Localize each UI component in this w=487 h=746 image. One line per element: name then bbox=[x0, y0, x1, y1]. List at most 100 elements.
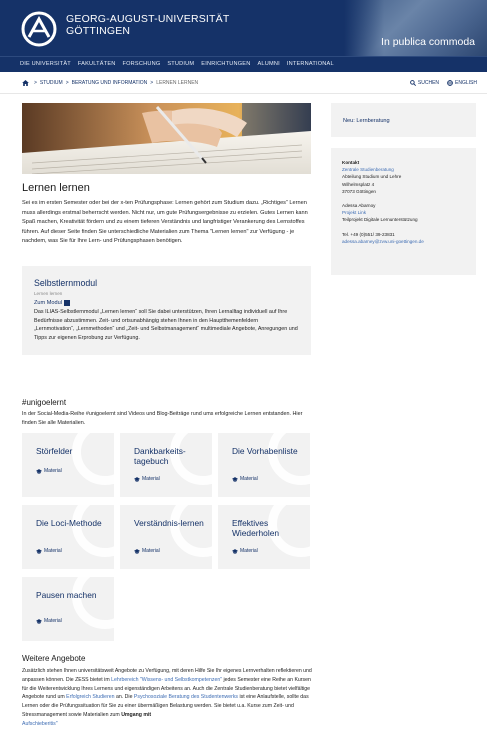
module-link-label: Zum Modul bbox=[34, 300, 62, 306]
sidebar-news-link[interactable]: Neu: Lernberatung bbox=[343, 118, 390, 124]
unigoelernt-description: In der Social-Media-Reihe #unigoelernt s… bbox=[22, 411, 303, 426]
tile-decoration bbox=[72, 577, 114, 629]
tile-material-link[interactable]: Material bbox=[134, 548, 160, 554]
tile-title: Die Loci-Methode bbox=[36, 518, 102, 528]
tile-title: Die Vorhabenliste bbox=[232, 446, 298, 456]
link-erfolgreich-studieren[interactable]: Erfolgreich Studieren bbox=[66, 694, 114, 700]
english-label: ENGLISH bbox=[455, 80, 477, 86]
intro-text: Sei es im ersten Semester oder bei der x… bbox=[22, 200, 308, 245]
home-icon[interactable] bbox=[22, 80, 29, 86]
sidebar-contact-box: Kontakt Zentrale Studienberatung Abteilu… bbox=[331, 148, 476, 275]
nav-item-alumni[interactable]: ALUMNI bbox=[257, 57, 279, 72]
search-icon bbox=[410, 80, 416, 86]
breadcrumb-bar: > STUDIUM > BERATUNG UND INFORMATION > L… bbox=[0, 72, 487, 94]
contact-project: Teilprojekt Digitale Lernunterstützung bbox=[342, 217, 418, 223]
breadcrumb-studium[interactable]: STUDIUM bbox=[40, 80, 63, 86]
breadcrumb: > STUDIUM > BERATUNG UND INFORMATION > L… bbox=[22, 80, 198, 86]
tile-decoration bbox=[268, 433, 310, 485]
tile-material-label: Material bbox=[44, 618, 62, 624]
tile-loci-methode[interactable]: Die Loci-Methode Material bbox=[22, 505, 114, 569]
header-tools: SUCHEN ENGLISH bbox=[402, 80, 477, 86]
more-offers-title: Weitere Angebote bbox=[22, 654, 86, 663]
breadcrumb-separator: > bbox=[65, 80, 69, 86]
site-header: GEORG-AUGUST-UNIVERSITÄT GÖTTINGEN In pu… bbox=[0, 0, 487, 56]
university-name[interactable]: GEORG-AUGUST-UNIVERSITÄT GÖTTINGEN bbox=[66, 13, 229, 37]
graduation-cap-icon bbox=[232, 548, 238, 554]
search-button[interactable]: SUCHEN bbox=[410, 80, 439, 86]
tile-dankbarkeitstagebuch[interactable]: Dankbarkeits-tagebuch Material bbox=[120, 433, 212, 497]
tile-decoration bbox=[72, 505, 114, 557]
university-logo-icon[interactable] bbox=[21, 11, 57, 47]
contact-person: Adessa Abarnoy bbox=[342, 203, 376, 209]
more-text-bold: Umgang mit bbox=[121, 711, 152, 718]
tile-material-label: Material bbox=[44, 548, 62, 554]
contact-phone: Tel. +49 (0)551/ 39-23831 bbox=[342, 231, 395, 237]
tile-material-link[interactable]: Material bbox=[134, 476, 160, 482]
graduation-cap-icon bbox=[232, 476, 238, 482]
tile-stoerfelder[interactable]: Störfelder Material bbox=[22, 433, 114, 497]
contact-city: 37073 Göttingen bbox=[342, 188, 376, 194]
tile-decoration bbox=[72, 433, 114, 485]
more-offers-text: Zusätzlich stehen Ihnen universitätsweit… bbox=[22, 667, 314, 729]
contact-project-link[interactable]: Projekt Link bbox=[342, 209, 424, 216]
contact-dept: Abteilung Studium und Lehre bbox=[342, 174, 402, 180]
tile-material-link[interactable]: Material bbox=[232, 548, 258, 554]
link-aufschieberitis[interactable]: Aufschieberitis" bbox=[22, 721, 58, 727]
university-name-line1: GEORG-AUGUST-UNIVERSITÄT bbox=[66, 13, 230, 25]
tile-vorhabenliste[interactable]: Die Vorhabenliste Material bbox=[218, 433, 310, 497]
tile-title: Dankbarkeits-tagebuch bbox=[134, 446, 186, 466]
nav-item-universitaet[interactable]: DIE UNIVERSITÄT bbox=[20, 57, 71, 72]
external-link-icon bbox=[63, 300, 70, 306]
selfstudy-module-box: Selbstlernmodul Lernen lernen Zum Modul … bbox=[22, 266, 311, 355]
tile-verstaendnislernen[interactable]: Verständnis-lernen Material bbox=[120, 505, 212, 569]
more-text-part: an. Die bbox=[114, 694, 134, 701]
motto: In publica commoda bbox=[381, 36, 475, 48]
module-link[interactable]: Zum Modul bbox=[34, 300, 70, 306]
module-title: Selbstlernmodul bbox=[34, 278, 98, 288]
tile-material-link[interactable]: Material bbox=[36, 548, 62, 554]
main-navigation: DIE UNIVERSITÄT FAKULTÄTEN FORSCHUNG STU… bbox=[0, 56, 487, 72]
hero-writing-illustration bbox=[22, 103, 311, 174]
contact-street: Wilhelmsplatz 4 bbox=[342, 181, 375, 187]
module-subtitle: Lernen lernen bbox=[34, 291, 63, 296]
contact-email-link[interactable]: adessa.abarney@zvw.uni-goettingen.de bbox=[342, 238, 424, 245]
contact-heading: Kontakt bbox=[342, 160, 360, 165]
nav-item-fakultaeten[interactable]: FAKULTÄTEN bbox=[78, 57, 116, 72]
module-description: Das ILIAS-Selbstlernmodul „Lernen lernen… bbox=[34, 309, 298, 341]
english-link[interactable]: ENGLISH bbox=[447, 80, 477, 86]
tile-material-label: Material bbox=[142, 476, 160, 482]
tile-material-link[interactable]: Material bbox=[232, 476, 258, 482]
nav-item-forschung[interactable]: FORSCHUNG bbox=[123, 57, 161, 72]
nav-item-einrichtungen[interactable]: EINRICHTUNGEN bbox=[201, 57, 250, 72]
search-label: SUCHEN bbox=[417, 80, 440, 86]
hero-image bbox=[22, 103, 311, 174]
link-lehrbereich[interactable]: Lehrbereich "Wissens- und Selbstkompeten… bbox=[111, 677, 222, 683]
nav-item-studium[interactable]: STUDIUM bbox=[167, 57, 194, 72]
tile-title: Effektives Wiederholen bbox=[232, 518, 280, 538]
tile-pausen-machen[interactable]: Pausen machen Material bbox=[22, 577, 114, 641]
breadcrumb-beratung[interactable]: BERATUNG UND INFORMATION bbox=[72, 80, 148, 86]
breadcrumb-separator: > bbox=[150, 80, 154, 86]
tile-title: Verständnis-lernen bbox=[134, 518, 204, 528]
nav-item-international[interactable]: INTERNATIONAL bbox=[287, 57, 334, 72]
tile-material-link[interactable]: Material bbox=[36, 618, 62, 624]
breadcrumb-separator: > bbox=[34, 80, 37, 86]
tile-decoration bbox=[170, 505, 212, 557]
tile-material-label: Material bbox=[240, 476, 258, 482]
university-name-line2: GÖTTINGEN bbox=[66, 25, 131, 37]
tile-material-label: Material bbox=[240, 548, 258, 554]
graduation-cap-icon bbox=[134, 548, 140, 554]
tile-title: Störfelder bbox=[36, 446, 73, 456]
unigoelernt-title: #unigoelernt bbox=[22, 398, 67, 407]
contact-org-link[interactable]: Zentrale Studienberatung bbox=[342, 166, 424, 173]
tile-material-label: Material bbox=[44, 468, 62, 474]
breadcrumb-current: LERNEN LERNEN bbox=[156, 80, 199, 86]
graduation-cap-icon bbox=[36, 468, 42, 474]
link-psychosoziale-beratung[interactable]: Psychosoziale Beratung des Studentenwerk… bbox=[134, 694, 238, 700]
graduation-cap-icon bbox=[134, 476, 140, 482]
tile-material-link[interactable]: Material bbox=[36, 468, 62, 474]
tile-material-label: Material bbox=[142, 548, 160, 554]
tile-effektives-wiederholen[interactable]: Effektives Wiederholen Material bbox=[218, 505, 310, 569]
graduation-cap-icon bbox=[36, 618, 42, 624]
globe-icon bbox=[447, 80, 453, 86]
